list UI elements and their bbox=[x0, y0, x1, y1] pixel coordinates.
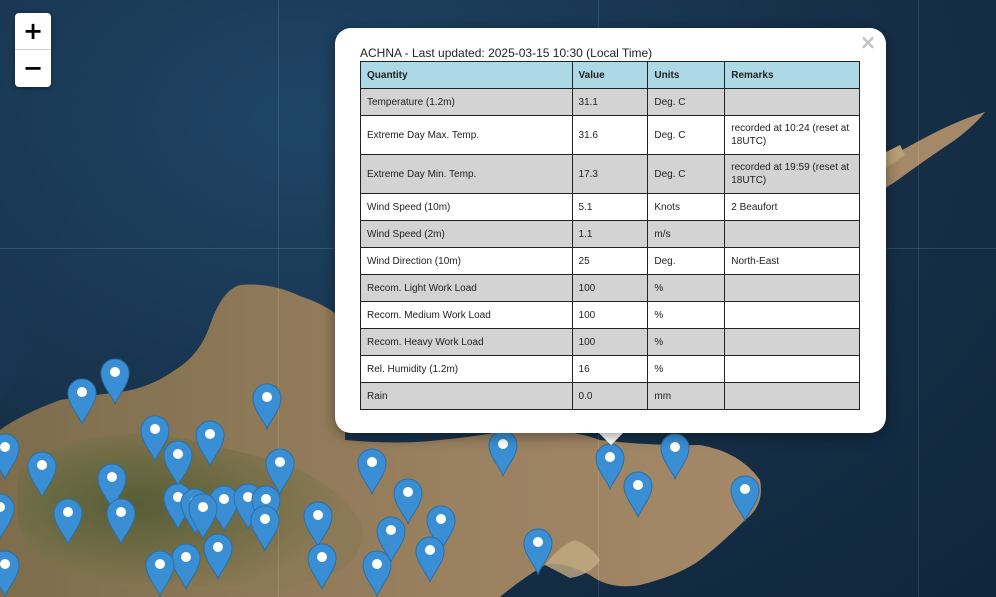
table-row: Recom. Heavy Work Load 100 % bbox=[360, 328, 860, 356]
station-marker-icon[interactable] bbox=[251, 382, 283, 430]
units-cell: % bbox=[647, 355, 726, 383]
station-marker-icon[interactable] bbox=[99, 357, 131, 405]
value-cell: 100 bbox=[571, 328, 649, 356]
quantity-cell: Wind Direction (10m) bbox=[360, 247, 573, 275]
table-row: Wind Speed (10m) 5.1 Knots 2 Beaufort bbox=[360, 193, 860, 221]
quantity-cell: Recom. Heavy Work Load bbox=[360, 328, 573, 356]
column-header-units: Units bbox=[647, 61, 726, 89]
zoom-out-button[interactable]: − bbox=[15, 50, 51, 86]
units-cell: Deg. bbox=[647, 247, 726, 275]
value-cell: 16 bbox=[571, 355, 649, 383]
observations-table: Quantity Value Units Remarks Temperature… bbox=[360, 61, 860, 410]
table-row: Rain 0.0 mm bbox=[360, 382, 860, 410]
remarks-cell bbox=[724, 382, 860, 410]
table-row: Extreme Day Max. Temp. 31.6 Deg. C recor… bbox=[360, 115, 860, 155]
column-header-quantity: Quantity bbox=[360, 61, 573, 89]
station-popup: × ACHNA - Last updated: 2025-03-15 10:30… bbox=[335, 28, 886, 433]
units-cell: % bbox=[647, 274, 726, 302]
station-marker-icon[interactable] bbox=[194, 419, 226, 467]
remarks-cell bbox=[724, 328, 860, 356]
remarks-cell: recorded at 19:59 (reset at 18UTC) bbox=[724, 154, 860, 194]
station-marker-icon[interactable] bbox=[361, 549, 393, 597]
quantity-cell: Wind Speed (10m) bbox=[360, 193, 573, 221]
units-cell: Deg. C bbox=[647, 88, 726, 116]
station-marker-icon[interactable] bbox=[0, 432, 21, 480]
column-header-remarks: Remarks bbox=[724, 61, 860, 89]
table-row: Wind Speed (2m) 1.1 m/s bbox=[360, 220, 860, 248]
table-row: Recom. Medium Work Load 100 % bbox=[360, 301, 860, 329]
quantity-cell: Recom. Medium Work Load bbox=[360, 301, 573, 329]
station-marker-icon[interactable] bbox=[659, 432, 691, 480]
station-marker-icon[interactable] bbox=[249, 504, 281, 552]
table-row: Wind Direction (10m) 25 Deg. North-East bbox=[360, 247, 860, 275]
value-cell: 100 bbox=[571, 274, 649, 302]
units-cell: % bbox=[647, 328, 726, 356]
remarks-cell: 2 Beaufort bbox=[724, 193, 860, 221]
quantity-cell: Temperature (1.2m) bbox=[360, 88, 573, 116]
station-marker-icon[interactable] bbox=[522, 527, 554, 575]
station-marker-icon[interactable] bbox=[0, 492, 16, 540]
station-marker-icon[interactable] bbox=[66, 377, 98, 425]
popup-title: ACHNA - Last updated: 2025-03-15 10:30 (… bbox=[360, 46, 653, 60]
value-cell: 100 bbox=[571, 301, 649, 329]
units-cell: Deg. C bbox=[647, 115, 726, 155]
value-cell: 17.3 bbox=[571, 154, 649, 194]
quantity-cell: Rain bbox=[360, 382, 573, 410]
value-cell: 1.1 bbox=[571, 220, 649, 248]
remarks-cell: recorded at 10:24 (reset at 18UTC) bbox=[724, 115, 860, 155]
column-header-value: Value bbox=[571, 61, 649, 89]
station-marker-icon[interactable] bbox=[202, 532, 234, 580]
station-marker-icon[interactable] bbox=[52, 497, 84, 545]
station-marker-icon[interactable] bbox=[0, 549, 21, 597]
remarks-cell: North-East bbox=[724, 247, 860, 275]
remarks-cell bbox=[724, 220, 860, 248]
remarks-cell bbox=[724, 355, 860, 383]
units-cell: m/s bbox=[647, 220, 726, 248]
units-cell: Knots bbox=[647, 193, 726, 221]
station-marker-icon[interactable] bbox=[302, 500, 334, 548]
popup-tip bbox=[594, 431, 628, 451]
remarks-cell bbox=[724, 88, 860, 116]
value-cell: 31.6 bbox=[571, 115, 649, 155]
quantity-cell: Recom. Light Work Load bbox=[360, 274, 573, 302]
table-row: Recom. Light Work Load 100 % bbox=[360, 274, 860, 302]
station-marker-icon[interactable] bbox=[487, 429, 519, 477]
station-marker-icon[interactable] bbox=[306, 542, 338, 590]
station-marker-icon[interactable] bbox=[414, 535, 446, 583]
table-row: Temperature (1.2m) 31.1 Deg. C bbox=[360, 88, 860, 116]
station-marker-icon[interactable] bbox=[144, 549, 176, 597]
quantity-cell: Rel. Humidity (1.2m) bbox=[360, 355, 573, 383]
table-header-row: Quantity Value Units Remarks bbox=[360, 61, 860, 89]
remarks-cell bbox=[724, 301, 860, 329]
units-cell: mm bbox=[647, 382, 726, 410]
value-cell: 25 bbox=[571, 247, 649, 275]
remarks-cell bbox=[724, 274, 860, 302]
station-marker-icon[interactable] bbox=[26, 450, 58, 498]
station-marker-icon[interactable] bbox=[622, 470, 654, 518]
value-cell: 31.1 bbox=[571, 88, 649, 116]
zoom-control: + − bbox=[15, 13, 51, 87]
units-cell: % bbox=[647, 301, 726, 329]
station-marker-icon[interactable] bbox=[162, 439, 194, 487]
station-marker-icon[interactable] bbox=[356, 447, 388, 495]
zoom-in-button[interactable]: + bbox=[15, 13, 51, 50]
value-cell: 0.0 bbox=[571, 382, 649, 410]
quantity-cell: Wind Speed (2m) bbox=[360, 220, 573, 248]
table-row: Extreme Day Min. Temp. 17.3 Deg. C recor… bbox=[360, 154, 860, 194]
quantity-cell: Extreme Day Min. Temp. bbox=[360, 154, 573, 194]
close-icon[interactable]: × bbox=[858, 32, 878, 52]
value-cell: 5.1 bbox=[571, 193, 649, 221]
quantity-cell: Extreme Day Max. Temp. bbox=[360, 115, 573, 155]
units-cell: Deg. C bbox=[647, 154, 726, 194]
table-row: Rel. Humidity (1.2m) 16 % bbox=[360, 355, 860, 383]
station-marker-icon[interactable] bbox=[105, 497, 137, 545]
station-marker-icon[interactable] bbox=[729, 474, 761, 522]
